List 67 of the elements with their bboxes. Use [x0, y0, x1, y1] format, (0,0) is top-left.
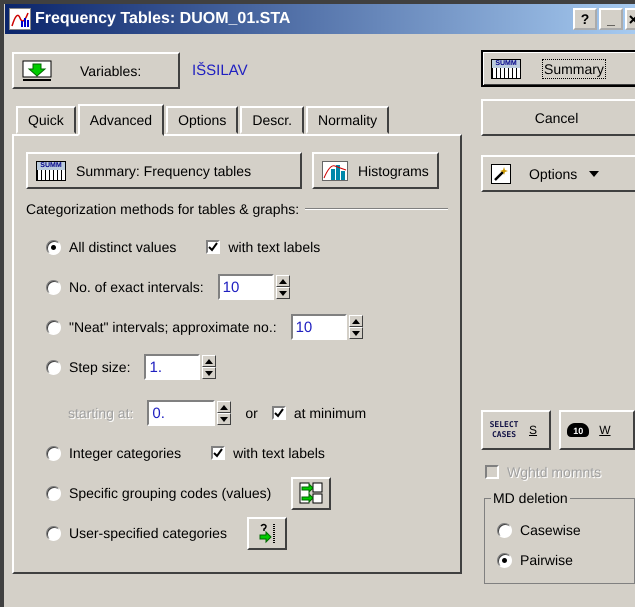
variable-name: IŠSILAV — [192, 62, 248, 79]
user-categories-icon — [256, 522, 277, 544]
icon-button[interactable] — [291, 476, 332, 510]
grouping-codes-icon — [299, 482, 324, 504]
option-label: User-specified categories — [69, 525, 227, 541]
wand-icon — [491, 164, 512, 184]
weight-icon: 10 — [567, 423, 590, 437]
checkbox-label: at minimum — [294, 405, 366, 421]
variables-button[interactable]: Variables: — [12, 52, 180, 89]
option-label: Integer categories — [69, 445, 182, 461]
radio-button[interactable] — [46, 446, 61, 460]
title-bar-button[interactable]: _ — [599, 8, 623, 30]
number-field[interactable]: 10 — [290, 314, 347, 340]
weight-button[interactable]: 10 W — [559, 410, 635, 450]
option-label: Specific grouping codes (values) — [69, 485, 272, 501]
radio-button[interactable] — [46, 486, 61, 500]
spinner-control[interactable] — [348, 315, 363, 339]
histogram-icon — [322, 160, 348, 180]
checkbox[interactable] — [206, 240, 220, 254]
up-arrow-icon — [352, 318, 360, 324]
number-field[interactable]: 1. — [144, 354, 200, 380]
radio-button[interactable] — [46, 526, 61, 540]
checkbox[interactable] — [211, 446, 226, 460]
select-cases-button[interactable]: SELECT CASES S — [481, 410, 552, 450]
option-label: No. of exact intervals: — [69, 279, 204, 295]
tab[interactable]: Descr. — [240, 106, 304, 134]
option-label: Step size: — [69, 359, 130, 375]
option-label: Casewise — [520, 522, 581, 538]
histograms-button[interactable]: Histograms — [312, 152, 439, 189]
tab[interactable]: Options — [166, 106, 238, 134]
window-title: Frequency Tables: DUOM_01.STA — [35, 10, 292, 28]
section-heading: Categorization methods for tables & graphs: — [26, 201, 300, 217]
options-button[interactable]: Options — [481, 155, 635, 192]
tab[interactable]: Advanced — [78, 104, 164, 136]
radio-button[interactable] — [46, 320, 61, 334]
tab[interactable]: Normality — [306, 106, 390, 134]
down-arrow-icon — [220, 416, 228, 422]
icon-button[interactable] — [246, 516, 287, 550]
spinner-control[interactable] — [276, 275, 290, 299]
option-label: All distinct values — [69, 239, 176, 255]
checkbox-label: with text labels — [228, 239, 320, 255]
radio-button[interactable] — [497, 552, 512, 568]
number-field[interactable]: 10 — [218, 274, 274, 300]
close-icon[interactable] — [625, 8, 635, 30]
option-label: "Neat" intervals; approximate no.: — [69, 319, 277, 335]
import-icon — [22, 60, 52, 82]
radio-button[interactable] — [46, 280, 61, 294]
checkbox-label: with text labels — [233, 445, 325, 461]
up-arrow-icon — [278, 278, 287, 284]
down-arrow-icon — [205, 370, 214, 376]
down-arrow-icon — [278, 290, 287, 296]
cancel-button[interactable]: Cancel — [481, 99, 635, 136]
tab[interactable]: Quick — [16, 106, 76, 134]
up-arrow-icon — [220, 404, 228, 410]
option-label: Pairwise — [520, 552, 573, 568]
up-arrow-icon — [205, 358, 214, 364]
radio-button[interactable] — [46, 360, 61, 374]
down-arrow-icon — [352, 330, 360, 336]
title-bar-button[interactable]: ? — [573, 8, 597, 30]
caret-icon — [589, 170, 600, 176]
spinner-control[interactable] — [217, 401, 232, 425]
radio-button[interactable] — [497, 522, 512, 538]
chart-icon — [9, 8, 31, 30]
group-title: MD deletion — [491, 490, 570, 506]
spinner-control[interactable] — [202, 355, 216, 379]
option-label: or — [245, 405, 258, 421]
radio-button[interactable] — [46, 240, 61, 254]
